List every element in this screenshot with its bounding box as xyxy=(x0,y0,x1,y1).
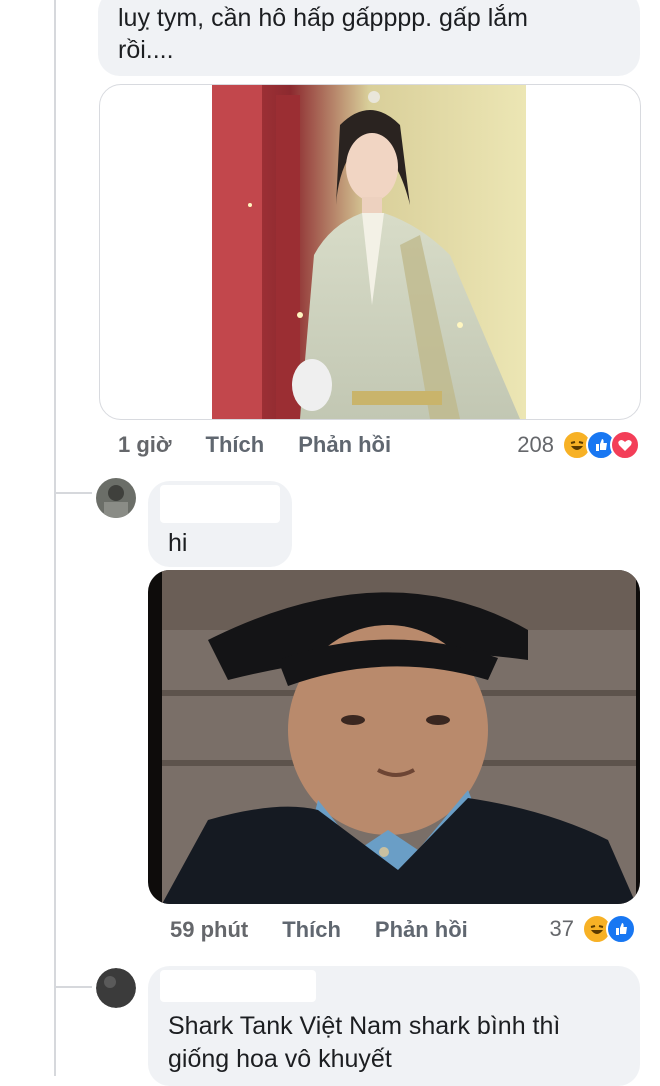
comment-time[interactable]: 59 phút xyxy=(170,917,248,943)
comment-time[interactable]: 1 giờ xyxy=(118,432,172,458)
avatar[interactable] xyxy=(96,968,136,1008)
comment-2-actions: 59 phút Thích Phản hồi xyxy=(170,917,468,943)
like-icon xyxy=(606,914,636,944)
love-icon xyxy=(610,430,640,460)
comment-1-actions: 1 giờ Thích Phản hồi xyxy=(118,432,391,458)
comment-1-reactions[interactable]: 208 xyxy=(517,430,640,460)
comment-2-reactions[interactable]: 37 xyxy=(550,914,636,944)
like-link[interactable]: Thích xyxy=(282,917,341,943)
comment-bubble-2: hi xyxy=(148,481,292,567)
comment-bubble-1: luỵ tym, cần hô hấp gấpppp. gấp lắm rồi.… xyxy=(98,0,640,76)
comment-text-line-2: giống hoa vô khuyết xyxy=(168,1045,392,1073)
thread-line xyxy=(54,0,56,1076)
comment-text-line-2: rồi.... xyxy=(118,36,174,64)
reply-connector xyxy=(54,492,92,494)
redacted-author-name xyxy=(160,970,316,1002)
comment-photo-1[interactable] xyxy=(99,84,641,420)
redacted-author-name xyxy=(160,485,280,523)
comment-bubble-3: Shark Tank Việt Nam shark bình thì giống… xyxy=(148,966,640,1086)
comment-photo-2[interactable] xyxy=(148,570,640,904)
costume-drama-actor-image xyxy=(212,85,526,419)
comment-text: hi xyxy=(168,529,188,557)
comment-text-line-1: Shark Tank Việt Nam shark bình thì xyxy=(168,1012,561,1040)
reaction-count: 208 xyxy=(517,432,554,457)
reply-link[interactable]: Phản hồi xyxy=(375,917,468,943)
like-link[interactable]: Thích xyxy=(206,432,265,458)
comment-text-line-1: luỵ tym, cần hô hấp gấpppp. gấp lắm xyxy=(118,4,528,32)
qing-dynasty-official-image xyxy=(148,570,640,904)
reaction-count: 37 xyxy=(549,916,574,941)
reply-link[interactable]: Phản hồi xyxy=(298,432,391,458)
reply-connector xyxy=(54,986,92,988)
avatar[interactable] xyxy=(96,478,136,518)
